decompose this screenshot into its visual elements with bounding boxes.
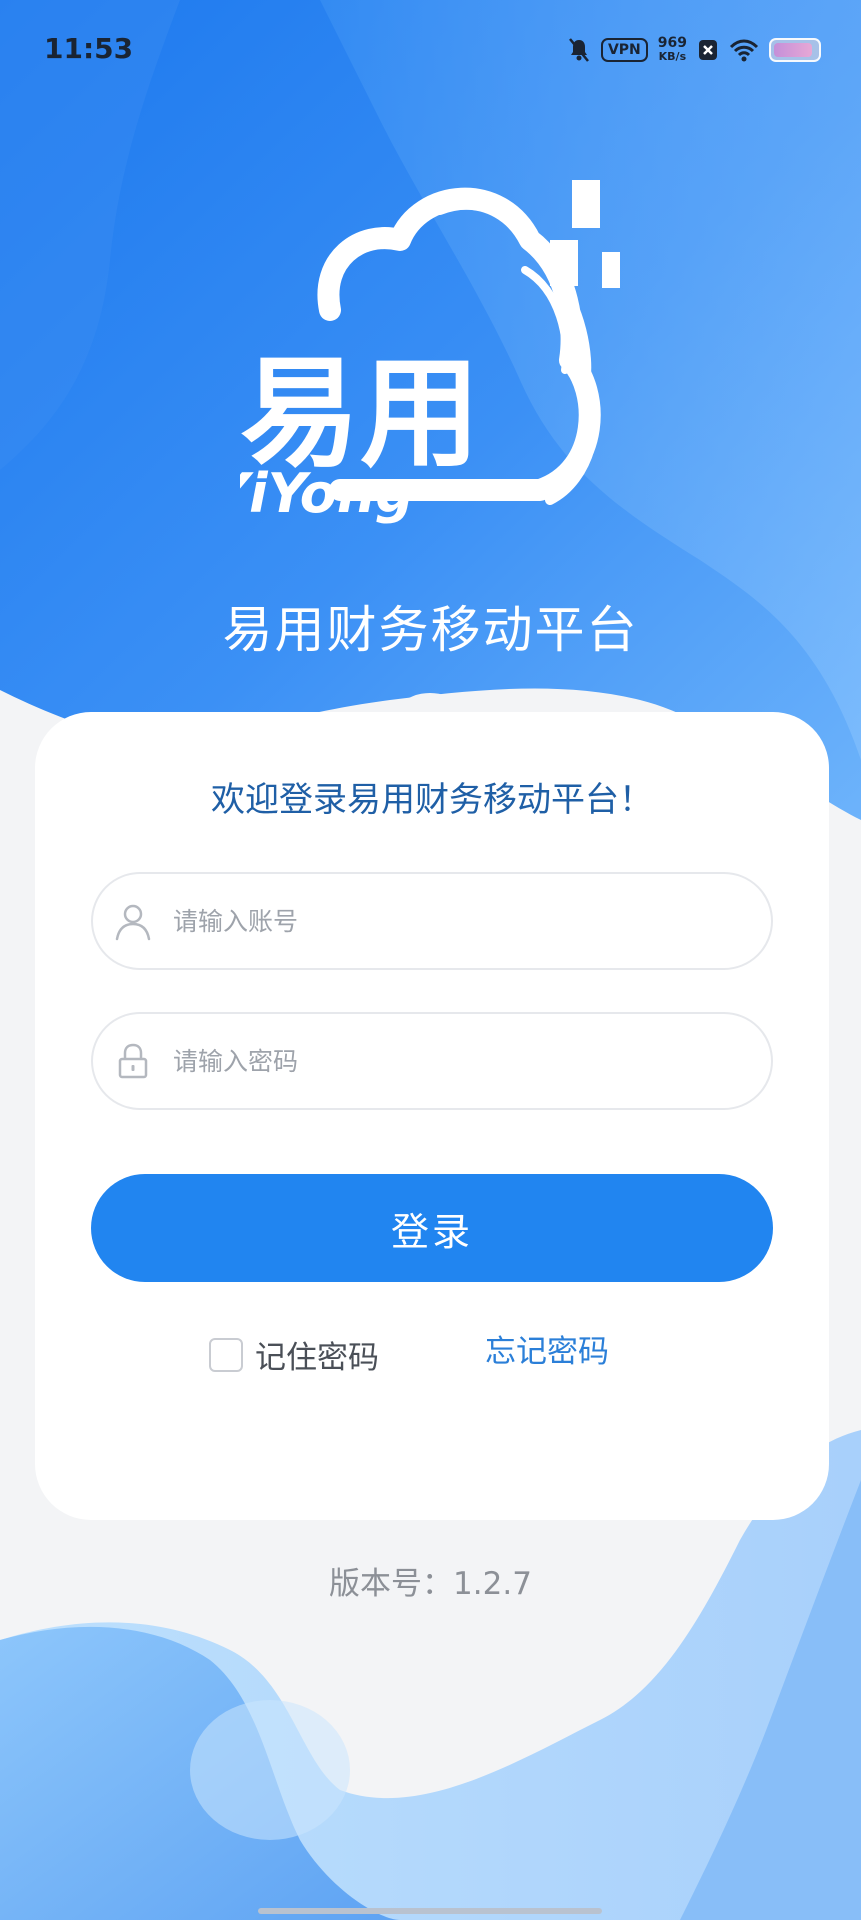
status-bar: 11:53 VPN 969 KB/s	[0, 0, 861, 100]
remember-label: 记住密码	[255, 1340, 379, 1376]
account-input[interactable]	[173, 906, 771, 936]
status-time: 11:53	[44, 32, 134, 65]
remember-checkbox[interactable]	[209, 1337, 243, 1372]
net-speed-value: 969	[657, 35, 687, 51]
app-title: 易用财务移动平台	[222, 601, 639, 659]
sim-icon	[699, 40, 717, 60]
lock-icon	[111, 1039, 155, 1083]
login-card: 欢迎登录易用财务移动平台！ 登录 记住密码 忘记密码	[35, 712, 829, 1520]
logo-subtext: YiYong	[240, 462, 414, 525]
bell-muted-icon	[568, 38, 589, 62]
net-speed: 969 KB/s	[658, 36, 687, 64]
version-text: 版本号：1.2.7	[329, 1566, 532, 1602]
forgot-password-link[interactable]: 忘记密码	[485, 1332, 609, 1372]
account-field[interactable]	[91, 872, 773, 970]
login-button[interactable]: 登录	[91, 1174, 773, 1282]
remember-password[interactable]: 记住密码	[209, 1332, 379, 1377]
status-icons: VPN 969 KB/s	[567, 30, 821, 70]
net-speed-unit: KB/s	[658, 50, 687, 63]
home-indicator[interactable]	[258, 1908, 602, 1914]
wifi-icon	[729, 39, 759, 62]
welcome-text: 欢迎登录易用财务移动平台！	[211, 780, 653, 820]
user-icon	[111, 899, 155, 943]
battery-icon	[769, 38, 821, 62]
yiyong-logo: 易用 YiYong	[240, 180, 620, 525]
password-input[interactable]	[173, 1046, 771, 1076]
vpn-icon: VPN	[600, 38, 648, 62]
password-field[interactable]	[91, 1012, 773, 1110]
